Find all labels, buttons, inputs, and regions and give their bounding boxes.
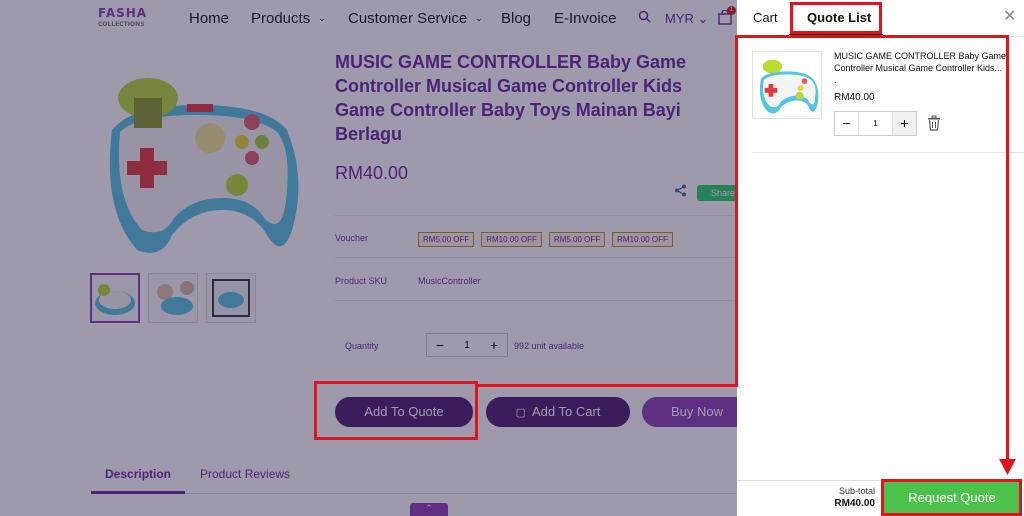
divider	[752, 152, 1024, 153]
subtotal-label: Sub-total	[838, 486, 875, 496]
increase-button[interactable]: +	[892, 112, 916, 135]
trash-icon[interactable]	[927, 115, 941, 131]
quote-quantity-value[interactable]: 1	[859, 112, 892, 135]
annotation-highlight-request-quote	[881, 479, 1022, 516]
decrease-button[interactable]: −	[835, 112, 859, 135]
annotation-line	[735, 35, 1007, 38]
quote-quantity-stepper: − 1 +	[834, 111, 917, 136]
annotation-highlight-add-to-quote	[314, 381, 478, 440]
screen: FASHA COLLECTIONS Home Products ⌄ Custome…	[0, 0, 1024, 516]
tab-cart[interactable]: Cart	[753, 10, 778, 25]
annotation-line	[735, 35, 738, 387]
quote-item-price: RM40.00	[834, 92, 875, 103]
quote-item-name[interactable]: MUSIC GAME CONTROLLER Baby Game Controll…	[834, 50, 1012, 74]
quote-drawer: Cart Quote List ✕ MUSIC GAME CONTROLLER …	[737, 0, 1024, 516]
subtotal-value: RM40.00	[834, 498, 875, 509]
quote-item-variant: .	[834, 75, 837, 85]
quote-item-image[interactable]	[752, 51, 822, 119]
annotation-line	[1006, 35, 1009, 463]
annotation-arrowhead	[999, 459, 1016, 475]
annotation-highlight-quote-tab	[790, 2, 882, 34]
close-icon[interactable]: ✕	[1003, 6, 1016, 26]
annotation-line	[476, 384, 738, 387]
